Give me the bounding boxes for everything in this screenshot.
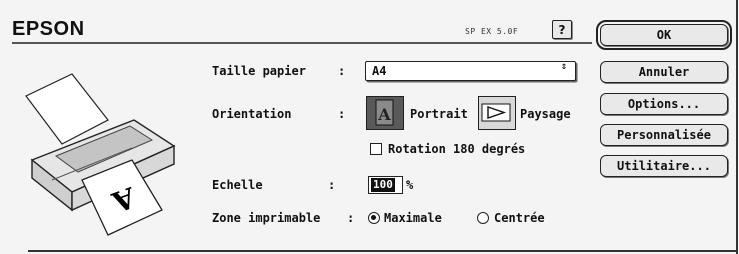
epson-brand-title: EPSON (12, 18, 85, 40)
paper-size-colon: : (338, 64, 346, 78)
help-button[interactable]: ? (552, 20, 572, 39)
portrait-label[interactable]: Portrait (410, 107, 468, 121)
ok-button[interactable]: OK (596, 20, 732, 50)
select-arrows-icon: ⇕ (560, 61, 567, 72)
orientation-colon: : (338, 107, 346, 121)
printer-illustration: A (25, 73, 176, 236)
scale-value: 100 (371, 178, 395, 192)
paper-size-value: A4 (372, 64, 387, 78)
cancel-button[interactable]: Annuler (600, 61, 728, 83)
scale-colon: : (328, 178, 336, 192)
utility-button[interactable]: Utilitaire... (600, 155, 728, 177)
window-bottom-edge (28, 250, 738, 252)
scale-unit: % (406, 178, 414, 192)
scale-input[interactable]: 100 (368, 176, 403, 194)
landscape-orientation-button[interactable] (478, 96, 516, 130)
paper-size-select[interactable]: A4 ⇕ (365, 61, 576, 81)
maximale-radio[interactable] (368, 212, 380, 224)
scale-label: Echelle (212, 178, 263, 192)
landscape-label[interactable]: Paysage (520, 107, 571, 121)
portrait-page-icon: A (375, 99, 394, 126)
header-divider (12, 42, 592, 44)
window-right-edge (736, 0, 738, 254)
driver-version: SP EX 5.0F (465, 27, 519, 36)
landscape-page-icon (481, 103, 511, 122)
rotation-label[interactable]: Rotation 180 degrés (388, 142, 525, 156)
printable-area-colon: : (347, 211, 355, 225)
rotation-checkbox[interactable] (370, 143, 382, 155)
centree-radio[interactable] (477, 212, 489, 224)
options-button[interactable]: Options... (600, 93, 728, 115)
centree-label[interactable]: Centrée (494, 211, 545, 225)
maximale-label[interactable]: Maximale (384, 211, 442, 225)
portrait-orientation-button[interactable]: A (366, 96, 404, 130)
orientation-label: Orientation (212, 107, 292, 121)
svg-text:A: A (377, 105, 391, 124)
custom-button[interactable]: Personnalisée (600, 124, 728, 146)
paper-size-label: Taille papier (212, 64, 306, 78)
printable-area-label: Zone imprimable (212, 211, 321, 225)
help-icon: ? (558, 22, 566, 37)
